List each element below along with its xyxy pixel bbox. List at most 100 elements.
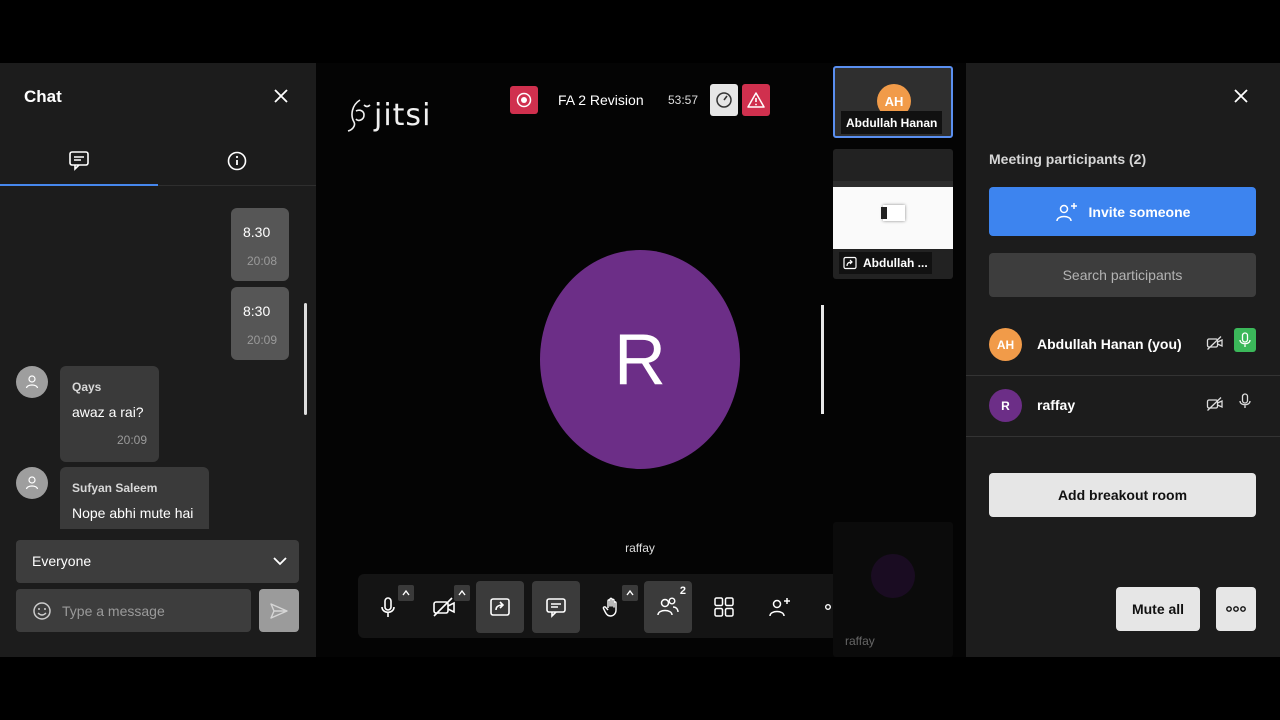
- avatar: [16, 467, 48, 499]
- avatar: [871, 554, 915, 598]
- emoji-icon[interactable]: [32, 601, 52, 621]
- chevron-down-icon: [273, 557, 287, 566]
- chat-tabs: [0, 135, 316, 186]
- recording-indicator[interactable]: [510, 86, 538, 114]
- message-time: 20:09: [116, 433, 147, 447]
- tile-name-label: raffay: [845, 634, 875, 648]
- message-icon: [69, 150, 89, 171]
- add-user-icon: [769, 598, 790, 617]
- close-icon: [274, 89, 288, 103]
- more-icon: [1226, 606, 1246, 612]
- reactions-options-button[interactable]: [622, 585, 638, 601]
- screenshare-phone: [881, 207, 887, 219]
- tile-view-button[interactable]: [700, 581, 748, 633]
- info-icon: [227, 151, 247, 170]
- message-input[interactable]: [62, 589, 242, 632]
- screenshare-owner-name: Abdullah ...: [863, 256, 928, 270]
- remote-video-tile[interactable]: raffay: [833, 522, 953, 657]
- close-icon: [1234, 89, 1248, 103]
- meeting-timer: 53:57: [668, 93, 699, 107]
- speaker-avatar: R: [540, 250, 740, 469]
- camera-off-icon: [1206, 336, 1223, 350]
- warning-icon: [747, 92, 765, 108]
- jitsi-logo-icon: [347, 99, 371, 132]
- invite-someone-button[interactable]: Invite someone: [989, 187, 1256, 236]
- performance-button[interactable]: [710, 84, 738, 116]
- mic-status: [1234, 389, 1256, 413]
- chevron-up-icon: [626, 589, 634, 596]
- hand-icon: [602, 597, 617, 617]
- add-breakout-room-button[interactable]: Add breakout room: [989, 473, 1256, 517]
- chat-panel: Chat 8.30 20:08 8:30 20:09 Qays awaz a r…: [0, 63, 316, 657]
- message-text: 8.30: [243, 224, 271, 240]
- raise-hand-button[interactable]: [588, 581, 638, 633]
- search-participants-input[interactable]: [989, 253, 1256, 297]
- chat-message: Sufyan Saleem Nope abhi mute hai: [60, 467, 209, 529]
- add-user-icon: [1055, 202, 1077, 221]
- participant-row[interactable]: R raffay: [966, 376, 1280, 437]
- chat-title: Chat: [24, 87, 62, 106]
- logo-text: jitsi: [374, 97, 432, 133]
- chevron-up-icon: [402, 589, 410, 596]
- tab-info[interactable]: [158, 135, 316, 186]
- chat-message: 8.30 20:08: [231, 208, 289, 281]
- screenshare-icon: [490, 598, 510, 616]
- participant-count-badge: 2: [679, 585, 686, 597]
- participants-header: Meeting participants (2): [989, 151, 1147, 167]
- record-icon: [516, 92, 532, 108]
- jitsi-logo: jitsi: [346, 97, 431, 133]
- tab-messages[interactable]: [0, 135, 158, 186]
- message-time: 20:09: [246, 333, 277, 347]
- camera-off-icon: [1206, 397, 1223, 411]
- microphone-icon: [381, 597, 395, 617]
- screenshare-thumbnail: [833, 181, 953, 249]
- screenshare-tile[interactable]: Abdullah ...: [833, 149, 953, 279]
- avatar: AH: [989, 328, 1022, 361]
- avatar: R: [989, 389, 1022, 422]
- message-text: 8:30: [243, 303, 271, 319]
- invite-button[interactable]: [756, 581, 804, 633]
- mic-status: [1234, 328, 1256, 352]
- audio-level-indicator: [821, 305, 824, 414]
- connection-warning-button[interactable]: [742, 84, 770, 116]
- message-sender: Sufyan Saleem: [72, 481, 158, 495]
- gauge-icon: [716, 92, 732, 108]
- search-participants-container: [989, 253, 1256, 297]
- more-moderation-button[interactable]: [1216, 587, 1256, 631]
- user-icon: [25, 476, 39, 490]
- chevron-up-icon: [458, 589, 466, 596]
- chat-message: 8:30 20:09: [231, 287, 289, 360]
- grid-icon: [714, 597, 734, 617]
- chat-scrollbar[interactable]: [304, 303, 307, 415]
- microphone-options-button[interactable]: [398, 585, 414, 601]
- camera-button[interactable]: [420, 581, 470, 633]
- chat-button[interactable]: [532, 581, 580, 633]
- camera-options-button[interactable]: [454, 585, 470, 601]
- close-participants-button[interactable]: [1230, 85, 1252, 112]
- message-text: Nope abhi mute hai: [72, 505, 194, 521]
- participant-row[interactable]: AH Abdullah Hanan (you): [966, 315, 1280, 376]
- camera-off-icon: [433, 597, 455, 617]
- participants-panel: Meeting participants (2) Invite someone …: [966, 63, 1280, 657]
- user-icon: [25, 375, 39, 389]
- local-video-tile[interactable]: AH Abdullah Hanan: [833, 66, 953, 138]
- screenshare-button[interactable]: [476, 581, 524, 633]
- message-sender: Qays: [72, 380, 102, 394]
- tile-name-label: Abdullah Hanan: [841, 111, 943, 134]
- microphone-button[interactable]: [364, 581, 414, 633]
- send-button[interactable]: [259, 589, 299, 632]
- close-chat-button[interactable]: [270, 85, 292, 107]
- chat-icon: [546, 598, 566, 618]
- mute-all-button[interactable]: Mute all: [1116, 587, 1200, 631]
- invite-label: Invite someone: [1088, 203, 1191, 220]
- participants-icon: [657, 597, 679, 616]
- participant-name: Abdullah Hanan (you): [1037, 336, 1182, 352]
- recipient-select[interactable]: Everyone: [16, 540, 299, 583]
- message-input-container: [16, 589, 251, 632]
- screenshare-icon: [843, 256, 857, 270]
- message-time: 20:08: [246, 254, 277, 268]
- screenshare-browser-bar: [833, 181, 953, 187]
- send-icon: [270, 602, 288, 619]
- participants-button[interactable]: 2: [644, 581, 692, 633]
- chat-message: Qays awaz a rai? 20:09: [60, 366, 159, 462]
